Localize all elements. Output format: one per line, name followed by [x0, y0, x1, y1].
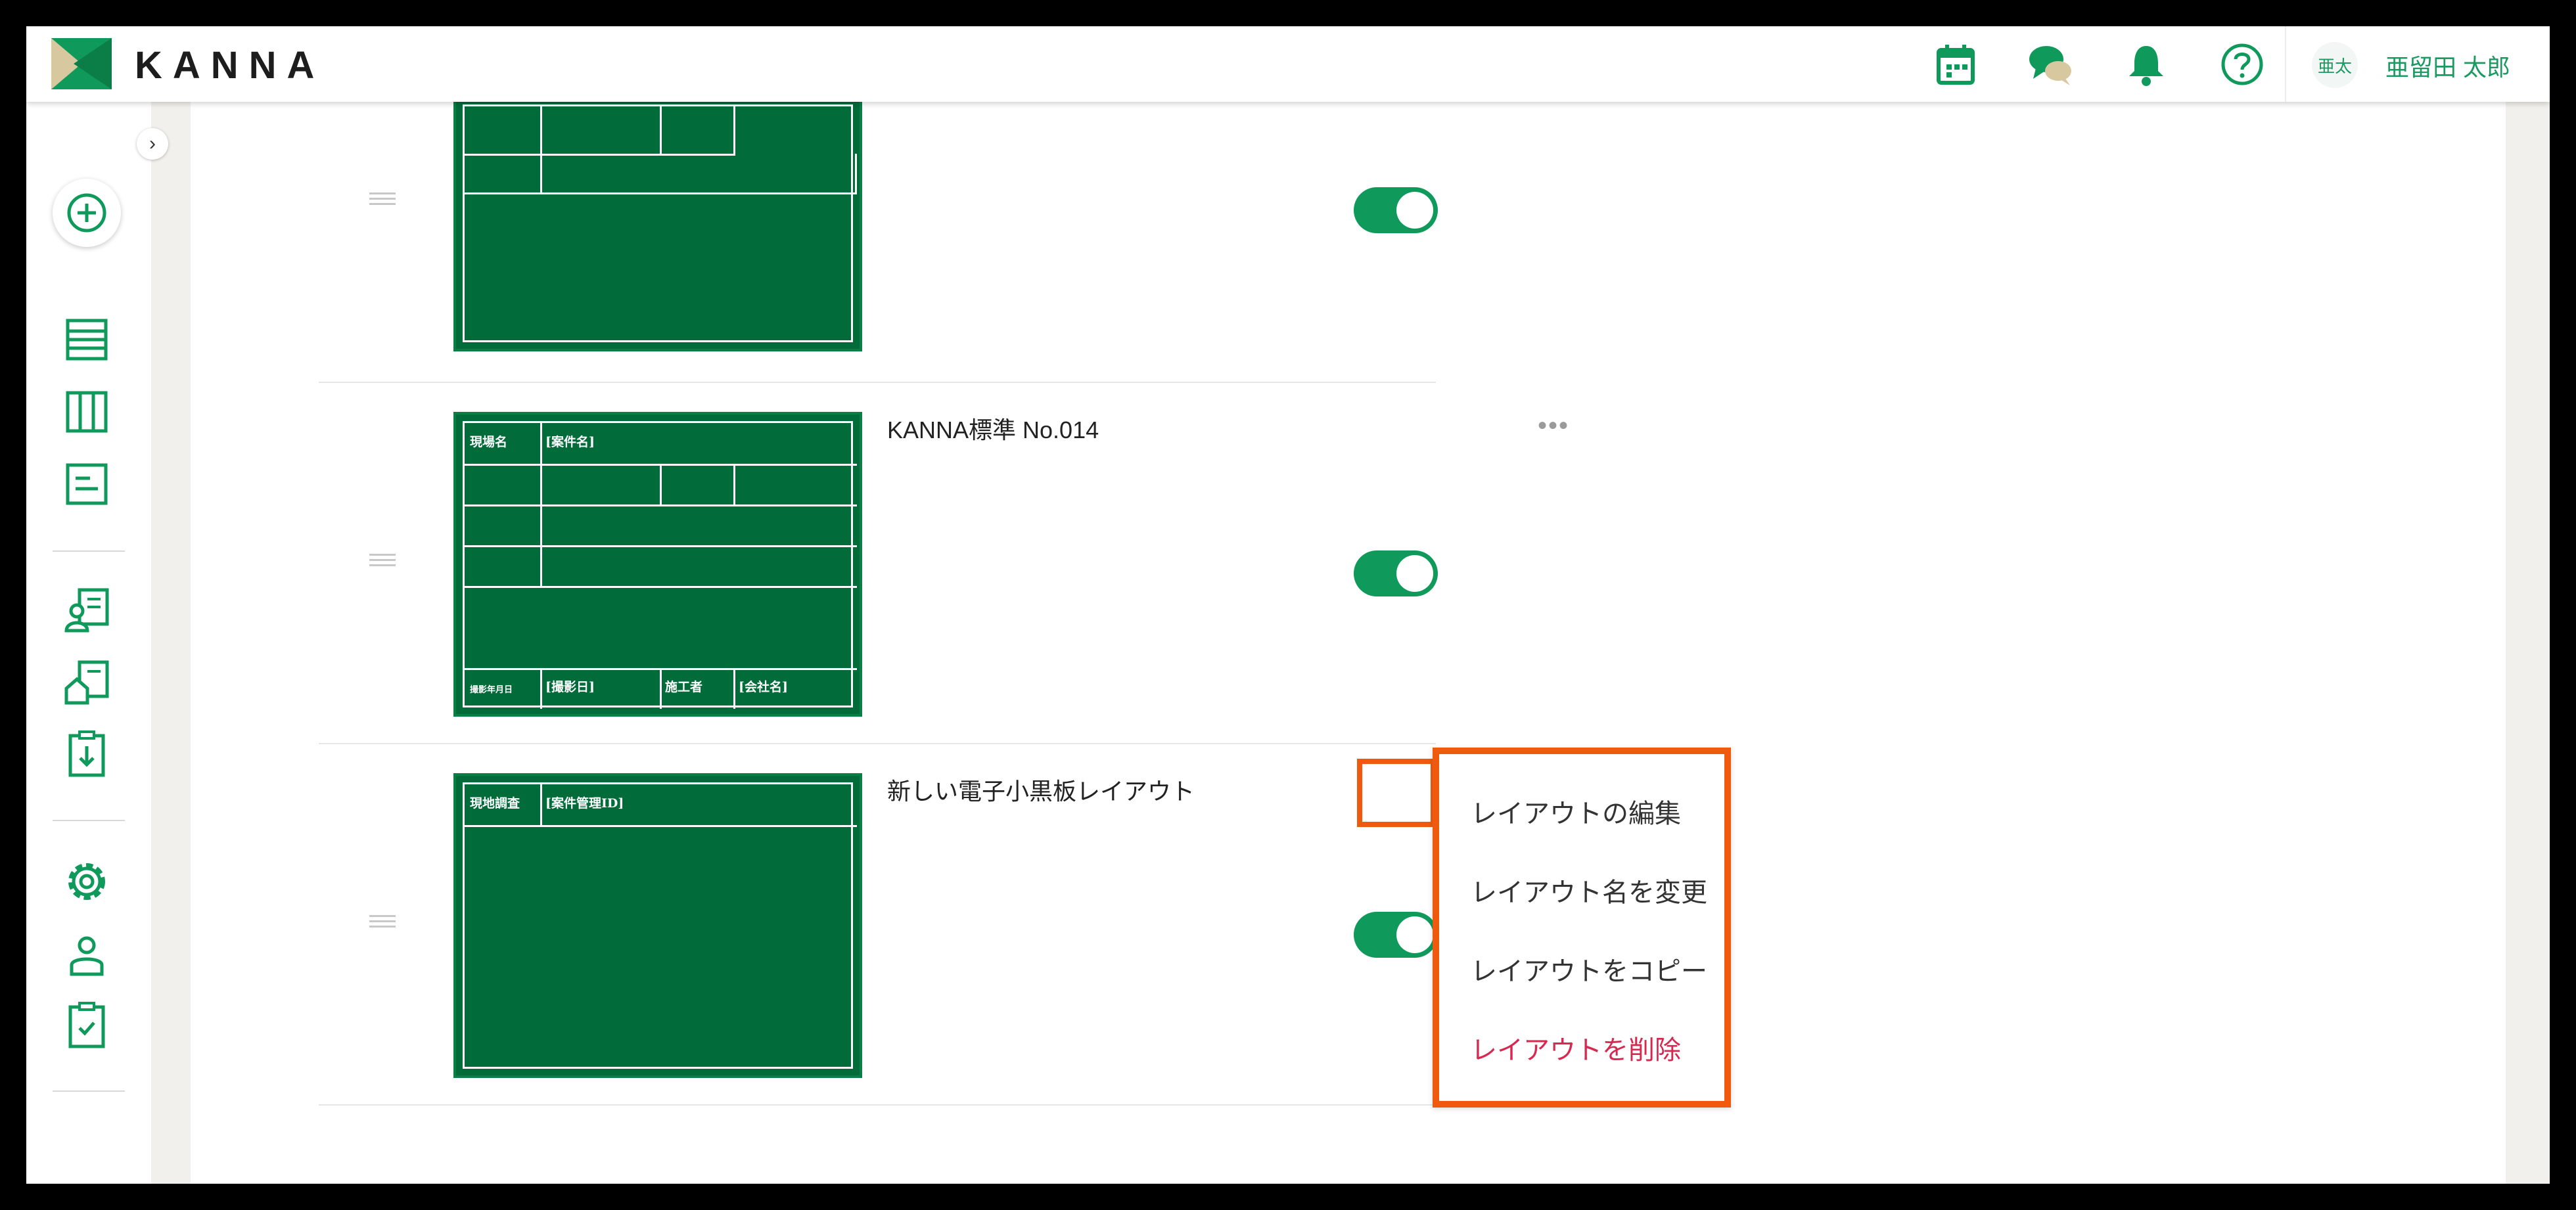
sidebar-divider — [53, 820, 125, 821]
report-icon[interactable] — [62, 460, 111, 508]
sidebar-divider — [53, 550, 125, 552]
board-icon[interactable] — [62, 388, 111, 436]
row-divider — [319, 382, 1436, 383]
board-label: [撮影日] — [540, 668, 662, 709]
board-label: 現地調査 — [465, 784, 542, 827]
kanna-logo-icon[interactable] — [51, 38, 112, 89]
help-icon[interactable] — [2219, 41, 2266, 88]
calendar-icon[interactable] — [1932, 41, 1979, 88]
row-divider — [319, 743, 1436, 744]
sidebar — [26, 102, 151, 1184]
settings-icon[interactable] — [62, 857, 111, 906]
checklist-icon[interactable] — [62, 1002, 111, 1050]
board-label: 撮影年月日 — [465, 668, 542, 709]
menu-item-rename-layout[interactable]: レイアウト名を変更 — [1471, 871, 1707, 909]
board-preview: 現場名 [案件名] 撮影年月日 [撮影日] 施工者 [会社名] — [453, 412, 862, 717]
menu-item-copy-layout[interactable]: レイアウトをコピー — [1471, 950, 1707, 988]
row-divider — [319, 1104, 1436, 1106]
list-icon[interactable] — [62, 315, 111, 364]
avatar[interactable]: 亜太 — [2312, 42, 2358, 88]
board-preview: 現地調査 [案件管理ID] — [453, 773, 862, 1078]
sidebar-expand-button[interactable]: › — [137, 128, 168, 160]
download-doc-icon[interactable] — [62, 730, 111, 779]
menu-item-delete-layout[interactable]: レイアウトを削除 — [1471, 1029, 1681, 1067]
main-content: 現場名 [案件名] 撮影年月日 [撮影日] 施工者 [会社名] KANNA標準 … — [191, 95, 2506, 1184]
bell-icon[interactable] — [2123, 41, 2170, 88]
app-window: KANNA 亜太 亜留田 太郎 › 現場名 [案件名] 撮影年月日 [撮影日] … — [26, 26, 2550, 1184]
board-preview — [453, 95, 862, 351]
layout-toggle[interactable] — [1354, 912, 1438, 958]
board-label: [案件管理ID] — [540, 784, 857, 827]
more-options-icon[interactable]: ••• — [1526, 413, 1581, 445]
layout-title[interactable]: 新しい電子小黒板レイアウト — [887, 773, 1195, 807]
chat-icon[interactable] — [2027, 41, 2074, 88]
drag-handle-icon[interactable] — [369, 554, 396, 567]
board-label: 現場名 — [465, 423, 542, 466]
house-doc-icon[interactable] — [62, 658, 111, 707]
layout-title[interactable]: KANNA標準 No.014 — [887, 411, 1099, 445]
user-icon[interactable] — [62, 931, 111, 979]
plus-circle-icon — [67, 193, 106, 233]
sidebar-divider — [53, 1090, 125, 1092]
user-name[interactable]: 亜留田 太郎 — [2385, 49, 2510, 83]
board-label: [案件名] — [540, 423, 857, 466]
add-button[interactable] — [53, 179, 121, 247]
more-options-highlight — [1357, 759, 1436, 827]
board-label: [会社名] — [739, 680, 788, 694]
top-header: KANNA 亜太 亜留田 太郎 — [26, 26, 2550, 102]
board-label: 施工者 — [660, 668, 735, 709]
drag-handle-icon[interactable] — [369, 915, 396, 928]
drag-handle-icon[interactable] — [369, 192, 396, 206]
layout-toggle[interactable] — [1354, 187, 1438, 233]
layout-toggle[interactable] — [1354, 550, 1438, 596]
header-divider — [2285, 26, 2286, 102]
person-doc-icon[interactable] — [62, 586, 111, 635]
layout-context-menu: レイアウトの編集 レイアウト名を変更 レイアウトをコピー レイアウトを削除 — [1433, 748, 1731, 1108]
menu-item-edit-layout[interactable]: レイアウトの編集 — [1471, 792, 1681, 830]
brand-name: KANNA — [135, 44, 325, 87]
